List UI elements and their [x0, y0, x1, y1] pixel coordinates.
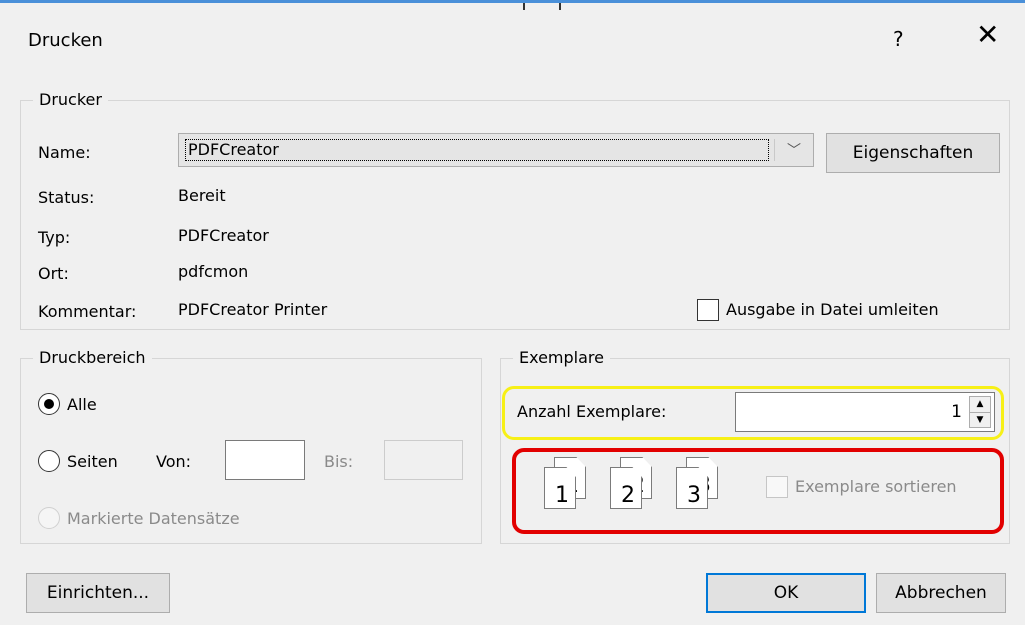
location-label: Ort:	[38, 264, 69, 283]
top-marker	[559, 3, 561, 10]
ok-button[interactable]: OK	[706, 573, 866, 613]
printer-name-label: Name:	[38, 143, 91, 162]
properties-button[interactable]: Eigenschaften	[826, 133, 1000, 173]
type-value: PDFCreator	[178, 226, 269, 245]
selected-records-label: Markierte Datensätze	[67, 509, 240, 528]
page-range-label[interactable]: Seiten	[67, 452, 118, 472]
redirect-to-file-checkbox[interactable]	[697, 299, 719, 321]
printer-name-combobox[interactable]: PDFCreator ﹀	[178, 133, 814, 167]
spin-up-icon[interactable]: ▲	[970, 397, 990, 412]
all-pages-radio[interactable]	[38, 393, 60, 415]
setup-button[interactable]: Einrichten...	[26, 573, 170, 613]
spin-buttons[interactable]: ▲ ▼	[969, 396, 991, 428]
printer-name-value: PDFCreator	[185, 139, 769, 161]
close-icon[interactable]: ✕	[976, 21, 999, 49]
copies-count-value: 1	[951, 402, 962, 422]
status-label: Status:	[38, 188, 95, 207]
selected-records-radio[interactable]	[38, 507, 60, 529]
collate-checkbox[interactable]	[766, 476, 788, 498]
dialog-title: Drucken	[28, 30, 103, 51]
from-page-input[interactable]	[225, 440, 305, 480]
spin-down-icon[interactable]: ▼	[970, 412, 990, 427]
type-label: Typ:	[38, 228, 71, 247]
cancel-button[interactable]: Abbrechen	[876, 573, 1006, 613]
printer-group-label: Drucker	[33, 88, 108, 112]
copies-count-label: Anzahl Exemplare:	[517, 402, 667, 421]
to-page-input[interactable]	[384, 440, 463, 480]
collate-label: Exemplare sortieren	[795, 477, 957, 496]
chevron-down-icon[interactable]: ﹀	[787, 140, 801, 160]
status-value: Bereit	[178, 186, 226, 205]
collate-stack-1-icon: 1 1	[540, 457, 598, 511]
page-range-radio[interactable]	[38, 450, 60, 472]
all-pages-label[interactable]: Alle	[67, 395, 97, 415]
top-marker	[523, 3, 525, 10]
window-top-border	[0, 0, 1025, 3]
collate-stack-3-icon: 3 3	[672, 457, 730, 511]
from-label: Von:	[156, 452, 192, 471]
copies-group-label: Exemplare	[513, 346, 610, 370]
redirect-to-file-label[interactable]: Ausgabe in Datei umleiten	[726, 300, 939, 320]
print-range-group-label: Druckbereich	[33, 346, 152, 370]
comment-label: Kommentar:	[38, 302, 137, 321]
comment-value: PDFCreator Printer	[178, 300, 328, 319]
combo-separator	[774, 139, 775, 161]
collate-stack-2-icon: 2 2	[606, 457, 664, 511]
copies-count-spinner[interactable]: 1 ▲ ▼	[735, 392, 995, 432]
to-label: Bis:	[324, 452, 354, 471]
help-icon[interactable]: ?	[893, 27, 904, 51]
location-value: pdfcmon	[178, 262, 249, 281]
